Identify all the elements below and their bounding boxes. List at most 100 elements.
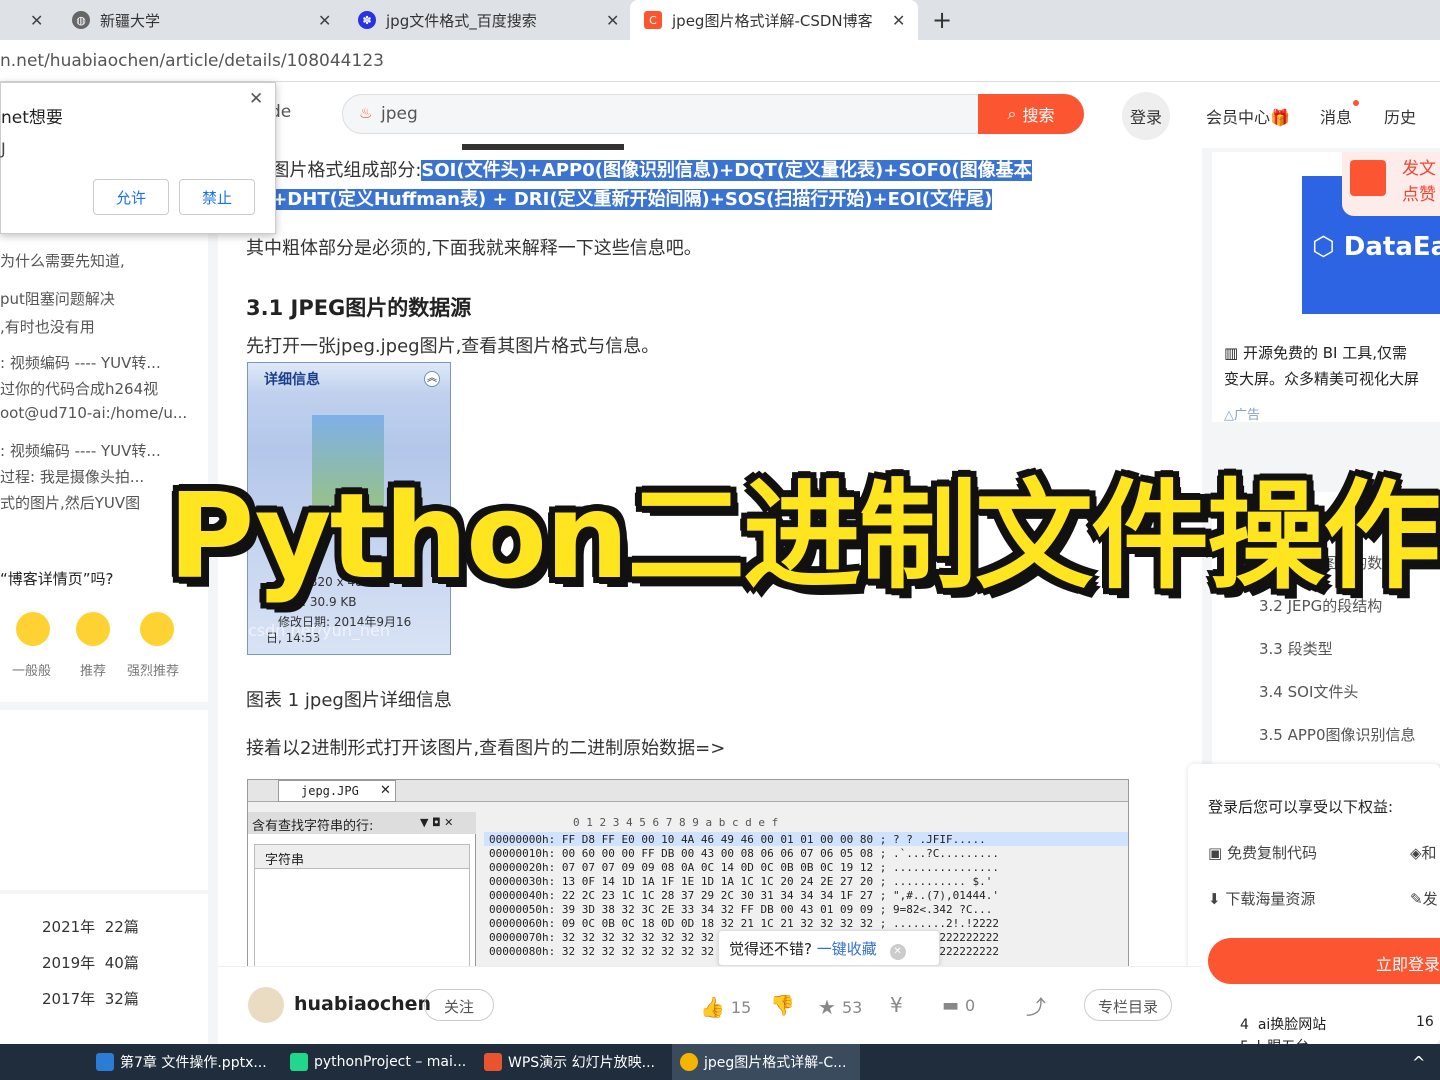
benefit-text: 下载海量资源	[1225, 890, 1316, 908]
archive-item[interactable]: 2019年 40篇	[42, 952, 139, 973]
login-button[interactable]: 立即登录	[1208, 938, 1440, 984]
result-list: 字符串	[254, 844, 470, 968]
collect-tip: 觉得还不错? 一键收藏 ✕	[718, 930, 940, 966]
tray-chevron-icon[interactable]: ^	[1412, 1044, 1425, 1080]
thumbs-down-icon[interactable]: 👎	[770, 993, 795, 1017]
taskbar-label: jpeg图片格式详解-C...	[704, 1055, 847, 1071]
rating-label: 推荐	[80, 664, 107, 679]
tab-label: jpeg图片格式详解-CSDN博客	[672, 11, 873, 30]
hex-header: 0 1 2 3 4 5 6 7 8 9 a b c d e f	[573, 816, 779, 829]
related-item[interactable]: 过程: 我是摄像头拍...	[0, 466, 144, 487]
tab-baidu[interactable]: ✽ jpg文件格式_百度搜索 ✕	[358, 0, 628, 40]
plus-icon[interactable]: +	[932, 6, 952, 34]
permission-popup: net想要 J ✕ 允许 禁止	[0, 82, 276, 234]
hex-row: 00000060h: 09 0C 0B 0C 18 0D 0D 18 32 21…	[489, 917, 999, 930]
related-item[interactable]: ,有时也没有用	[0, 316, 95, 337]
blank-card	[0, 710, 208, 890]
new-tab-button[interactable]: +	[932, 0, 952, 40]
toc-item[interactable]: 3.4 SOI文件头	[1259, 681, 1358, 702]
figure-caption: 图表 1 jpeg图片详细信息	[246, 690, 452, 711]
related-item[interactable]: : 视频编码 ---- YUV转...	[0, 440, 161, 461]
column-header: 字符串	[255, 845, 469, 869]
search-box[interactable]: ♨ jpeg ⌕ 搜索	[342, 94, 1084, 134]
login-benefits-card: 登录后您可以享受以下权益: ▣ 免费复制代码 ◈和 ⬇ 下载海量资源 ✎发 立即…	[1188, 764, 1440, 1044]
archive-count: 40篇	[104, 954, 139, 972]
baidu-paw-icon: ✽	[358, 11, 376, 29]
taskbar-item-pptx[interactable]: 第7章 文件操作.pptx...	[96, 1044, 267, 1080]
popup-text: J	[1, 139, 6, 158]
archive-count: 32篇	[104, 990, 139, 1008]
allow-button[interactable]: 允许	[93, 179, 169, 215]
login-avatar[interactable]: 登录	[1122, 92, 1170, 140]
taskbar-item-pycharm[interactable]: pythonProject – mai...	[290, 1044, 466, 1080]
face-neutral-icon[interactable]	[16, 612, 50, 646]
comment-count: 0	[965, 996, 976, 1015]
panel-controls-icon: ▼ ◘ ✕	[420, 816, 454, 829]
toc-item[interactable]: 3.5 APP0图像识别信息	[1259, 724, 1416, 745]
close-icon[interactable]: ✕	[318, 11, 331, 30]
close-icon[interactable]: ✕	[30, 11, 43, 30]
related-item[interactable]: put阻塞问题解决	[0, 288, 115, 309]
related-item[interactable]: : 视频编码 ---- YUV转...	[0, 352, 161, 373]
windows-taskbar: 第7章 文件操作.pptx... pythonProject – mai... …	[0, 1044, 1440, 1080]
close-icon[interactable]: ✕	[892, 11, 905, 30]
reward-icon[interactable]: ¥	[890, 993, 903, 1017]
search-input[interactable]: jpeg	[381, 104, 418, 124]
related-item[interactable]: 式的图片,然后YUV图	[0, 492, 140, 513]
related-item[interactable]: 过你的代码合成h264视	[0, 378, 158, 399]
rank-item[interactable]: 4 ai换脸网站	[1240, 1014, 1326, 1034]
share-icon[interactable]: ⤴	[1026, 991, 1046, 1020]
gift-badge: 发文 点赞	[1342, 152, 1440, 216]
wps-ppt-icon	[96, 1053, 114, 1071]
tab-csdn[interactable]: C jpeg图片格式详解-CSDN博客 ✕	[630, 0, 918, 40]
toc-item[interactable]: 3.3 段类型	[1259, 638, 1333, 659]
deny-button[interactable]: 禁止	[179, 179, 255, 215]
related-item[interactable]: 为什么需要先知道,	[0, 250, 125, 271]
taskbar-item-chrome[interactable]: jpeg图片格式详解-C...	[672, 1044, 860, 1080]
close-icon[interactable]: ✕	[889, 944, 906, 960]
chart-icon: ▥	[1224, 344, 1239, 362]
benefit-text: 免费复制代码	[1226, 844, 1317, 862]
paragraph: 接着以2进制形式打开该图片,查看图片的二进制原始数据=>	[246, 738, 726, 759]
comment-button[interactable]: ▬ 0	[942, 995, 975, 1016]
benefit-item: ◈和	[1410, 842, 1437, 863]
url-text[interactable]: n.net/huabiaochen/article/details/108044…	[0, 51, 384, 71]
ad-text-line[interactable]: ▥ 开源免费的 BI 工具,仅需	[1224, 342, 1407, 363]
search-button[interactable]: ⌕ 搜索	[978, 94, 1084, 134]
close-icon[interactable]: ✕	[249, 89, 263, 109]
related-item[interactable]: oot@ud710-ai:/home/u...	[0, 404, 187, 422]
hex-tabbar: jepg.JPG ✕	[248, 780, 1128, 802]
login-title: 登录后您可以享受以下权益:	[1208, 798, 1394, 816]
archive-year: 2017年	[42, 990, 96, 1008]
close-icon[interactable]: ✕	[606, 11, 619, 30]
dataease-logo-icon: ⬡	[1312, 232, 1335, 262]
taskbar-label: WPS演示 幻灯片放映...	[508, 1055, 655, 1071]
tab-label: jpg文件格式_百度搜索	[386, 11, 537, 30]
follow-button[interactable]: 关注	[424, 989, 494, 1021]
taskbar-item-wps[interactable]: WPS演示 幻灯片放映...	[484, 1044, 655, 1080]
face-smile-icon[interactable]	[76, 612, 110, 646]
rank-item[interactable]: 5 ト眼五台	[1240, 1036, 1309, 1044]
collect-link[interactable]: 一键收藏	[817, 940, 877, 958]
column-catalog-button[interactable]: 专栏目录	[1084, 989, 1172, 1021]
tab-xinjiang[interactable]: ◍ 新疆大学 ✕	[72, 0, 342, 40]
avatar[interactable]	[248, 987, 284, 1023]
ad-text: 变大屏。众多精美可视化大屏	[1224, 370, 1420, 388]
code-icon: ▣	[1208, 844, 1223, 862]
star-button[interactable]: ★ 53	[818, 995, 862, 1019]
taskbar-label: pythonProject – mai...	[314, 1054, 467, 1070]
star-icon: ★	[818, 995, 836, 1019]
face-laugh-icon[interactable]	[140, 612, 174, 646]
author-name[interactable]: huabiaochen	[294, 993, 431, 1015]
rank-number: 4	[1240, 1017, 1249, 1033]
collapse-icon: ︽	[424, 371, 440, 387]
hex-file-tab: jepg.JPG	[278, 780, 396, 802]
pycharm-icon	[290, 1053, 308, 1071]
like-button[interactable]: 👍 15	[700, 995, 751, 1019]
ad-brand-text: DataEa	[1343, 232, 1440, 262]
address-bar[interactable]: n.net/huabiaochen/article/details/108044…	[0, 40, 1440, 82]
archive-item[interactable]: 2021年 22篇	[42, 916, 139, 937]
tab-label: 新疆大学	[100, 11, 161, 30]
thumbs-up-icon: 👍	[700, 995, 725, 1019]
archive-item[interactable]: 2017年 32篇	[42, 988, 139, 1009]
